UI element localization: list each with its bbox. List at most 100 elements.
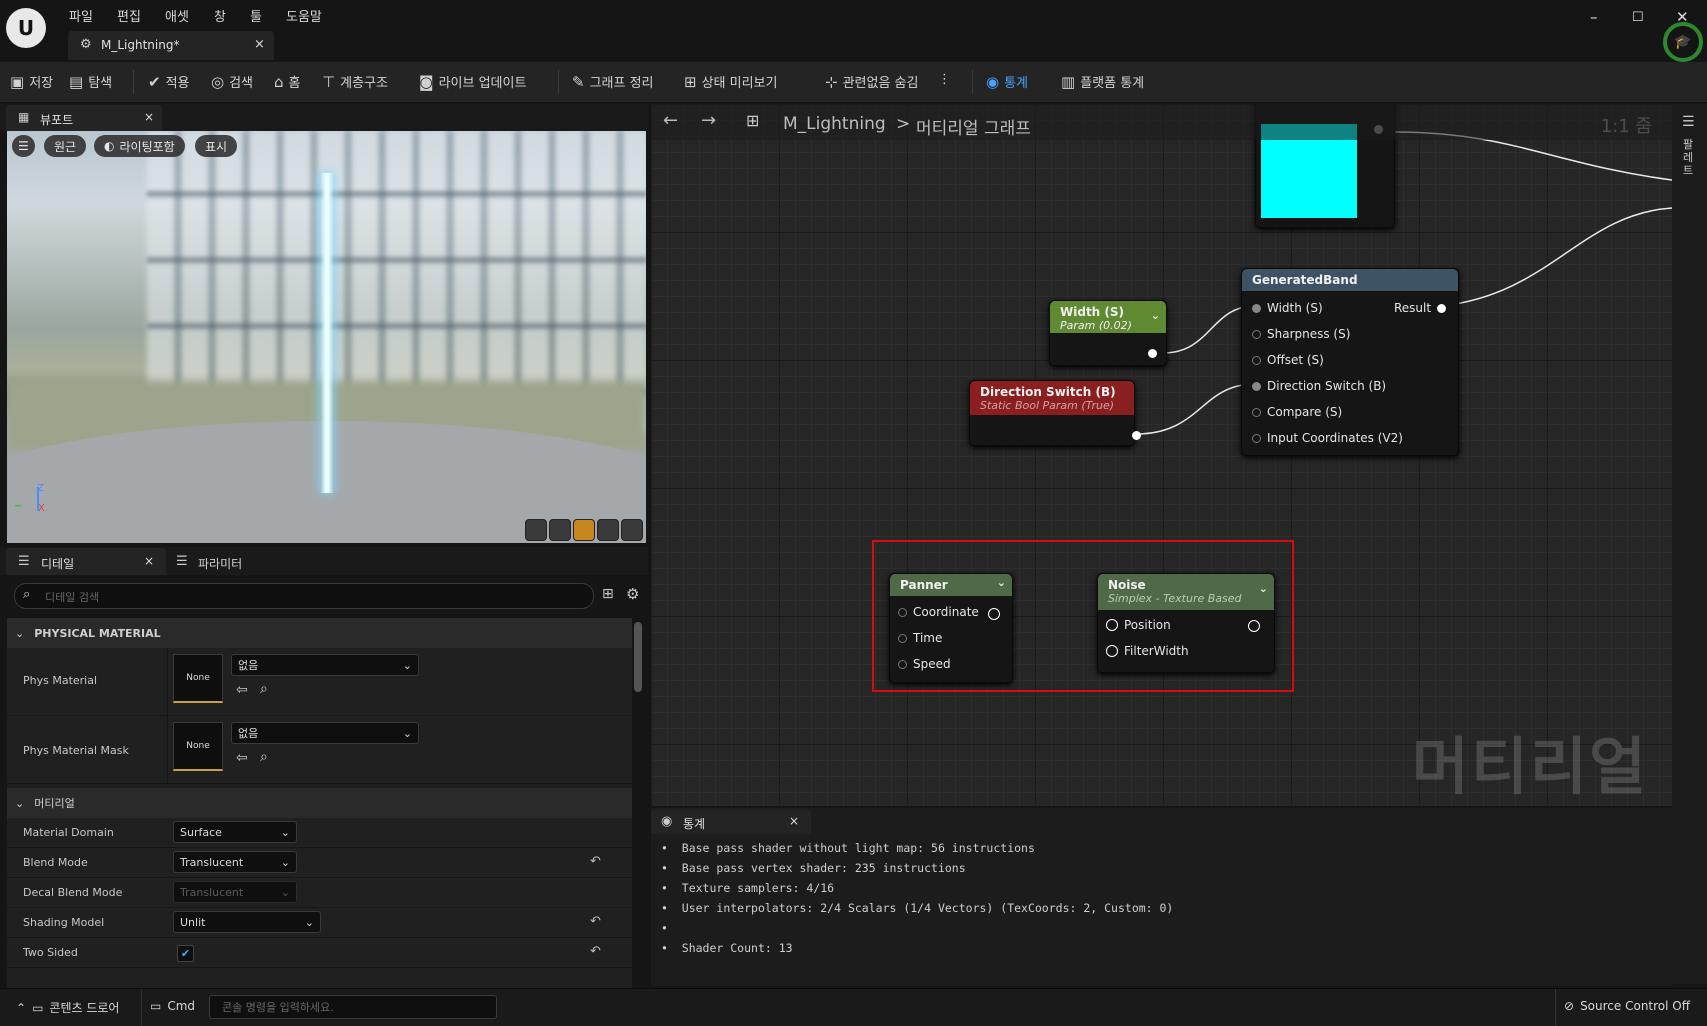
hide-unrelated-button[interactable]: ⊹ 관련없음 숨김 — [825, 72, 918, 92]
unreal-logo-icon[interactable]: U — [6, 8, 46, 48]
browse-search-icon[interactable]: ⌕ — [260, 749, 268, 765]
cmd-button[interactable]: ▭ Cmd — [150, 999, 195, 1013]
output-pin-result[interactable]: Result — [1394, 301, 1447, 315]
use-selected-arrow-icon[interactable]: ⇦ — [236, 750, 248, 766]
statusbar-divider — [1555, 989, 1556, 1026]
details-scrollbar[interactable] — [634, 622, 642, 692]
content-drawer-button[interactable]: ⌃ ▭ 콘텐츠 드로어 — [16, 999, 119, 1016]
material-graph[interactable]: ← → ⊞ M_Lightning > 머티리얼 그래프 1:1 줌 Width… — [651, 104, 1672, 806]
phys-material-thumbnail[interactable]: None — [173, 654, 223, 703]
close-tab-icon[interactable]: × — [254, 37, 265, 52]
input-pin-offset[interactable]: Offset (S) — [1252, 353, 1324, 367]
phys-material-dropdown[interactable]: 없음 ⌄ — [231, 654, 419, 676]
menu-edit[interactable]: 편집 — [117, 6, 141, 25]
preview-cylinder-button[interactable] — [525, 519, 547, 541]
toolbar: ▣ 저장 ▤ 탐색 ✔ 적용 ◎ 검색 ⌂ 홈 ⊤ 계층구조 ◙ 라이브 업데이트 ✎ 그래프 … — [0, 62, 1707, 103]
breadcrumb-graph[interactable]: 머티리얼 그래프 — [916, 114, 1031, 139]
live-update-button[interactable]: ◙ 라이브 업데이트 — [419, 72, 526, 92]
property-row: Material Domain Surface ⌄ — [7, 818, 632, 848]
input-pin-direction-switch[interactable]: Direction Switch (B) — [1252, 379, 1386, 393]
browse-button[interactable]: ▤ 탐색 — [69, 72, 112, 92]
menu-help[interactable]: 도움말 — [286, 6, 322, 25]
viewport[interactable]: ☰ 원근 ◐ 라이팅포함 표시 Z X ━ — [7, 131, 646, 543]
input-pin-width[interactable]: Width (S) — [1252, 301, 1323, 315]
menu-file[interactable]: 파일 — [69, 6, 93, 25]
minimize-button[interactable]: – — [1590, 8, 1598, 26]
home-icon: ⌂ — [274, 72, 284, 91]
node-header: Width (S) Param (0.02) ⌄ — [1050, 301, 1166, 333]
folder-search-icon: ▤ — [69, 72, 84, 91]
document-tab[interactable]: ⚙ M_Lightning* × — [68, 31, 274, 60]
save-icon: ▣ — [10, 72, 25, 91]
material-domain-dropdown[interactable]: Surface ⌄ — [173, 821, 297, 843]
more-options-icon[interactable]: ⋮ — [938, 72, 951, 87]
close-tab-icon[interactable]: × — [144, 110, 154, 124]
table-view-icon[interactable]: ⊞ — [602, 586, 614, 602]
phys-material-mask-dropdown[interactable]: 없음 ⌄ — [231, 722, 419, 744]
viewport-menu-button[interactable]: ☰ — [12, 135, 35, 157]
input-pin-compare[interactable]: Compare (S) — [1252, 405, 1342, 419]
preview-cube-button[interactable] — [597, 519, 619, 541]
stats-tab[interactable]: ◉ 통계 × — [651, 810, 811, 834]
platform-stats-button[interactable]: ▥ 플랫폼 통계 — [1061, 72, 1144, 92]
phys-material-label: Phys Material — [23, 674, 98, 687]
show-button[interactable]: 표시 — [195, 135, 238, 157]
browse-search-icon[interactable]: ⌕ — [260, 681, 268, 697]
shading-model-dropdown[interactable]: Unlit ⌄ — [173, 911, 321, 933]
search-button[interactable]: ◎ 검색 — [211, 72, 253, 92]
output-pin[interactable] — [1148, 349, 1157, 358]
clean-graph-button[interactable]: ✎ 그래프 정리 — [572, 72, 654, 92]
two-sided-checkbox[interactable]: ✔ — [177, 945, 194, 962]
source-control-off-icon: ⊘ — [1564, 999, 1575, 1013]
back-arrow-icon[interactable]: ← — [663, 110, 678, 131]
details-tab[interactable]: ☰ 디테일 × — [6, 548, 166, 575]
section-material[interactable]: ⌄ 머티리얼 — [7, 788, 632, 818]
stats-button[interactable]: ◉ 통계 — [986, 72, 1028, 92]
preview-state-button[interactable]: ⊞ 상태 미리보기 — [684, 72, 777, 92]
palette-side-tab[interactable]: ☰ 팔레트 — [1672, 104, 1707, 984]
hierarchy-button[interactable]: ⊤ 계층구조 — [322, 72, 388, 92]
lighting-button[interactable]: ◐ 라이팅포함 — [94, 135, 185, 157]
menu-asset[interactable]: 애셋 — [165, 6, 189, 25]
close-tab-icon[interactable]: × — [144, 554, 154, 568]
save-button[interactable]: ▣ 저장 — [10, 72, 53, 92]
highlight-box — [872, 540, 1294, 692]
generated-band-node[interactable]: GeneratedBand Width (S) Sharpness (S) Of… — [1241, 268, 1459, 456]
settings-gear-icon[interactable]: ⚙ — [626, 585, 639, 603]
direction-switch-node[interactable]: Direction Switch (B) Static Bool Param (… — [969, 380, 1141, 446]
width-param-node[interactable]: Width (S) Param (0.02) ⌄ — [1049, 300, 1167, 366]
apply-button[interactable]: ✔ 적용 — [148, 72, 190, 92]
node-graph-icon: ⊞ — [746, 111, 760, 130]
blend-mode-dropdown[interactable]: Translucent ⌄ — [173, 851, 297, 873]
reset-to-default-icon[interactable]: ↶ — [590, 854, 601, 869]
home-button[interactable]: ⌂ 홈 — [274, 72, 301, 92]
console-command-input[interactable]: 콘솔 명령을 입력하세요. — [209, 995, 497, 1019]
preview-sphere-button[interactable] — [549, 519, 571, 541]
input-pin-sharpness[interactable]: Sharpness (S) — [1252, 327, 1350, 341]
breadcrumb-asset[interactable]: M_Lightning — [783, 114, 886, 134]
input-pin-input-coordinates[interactable]: Input Coordinates (V2) — [1252, 431, 1403, 445]
forward-arrow-icon[interactable]: → — [701, 110, 716, 131]
output-pin[interactable] — [1132, 431, 1141, 440]
source-control-button[interactable]: ⊘ Source Control Off — [1564, 999, 1690, 1013]
viewport-tab[interactable]: ▦ 뷰포트 × — [6, 105, 162, 131]
phys-material-mask-thumbnail[interactable]: None — [173, 722, 223, 771]
maximize-button[interactable]: ☐ — [1632, 10, 1644, 25]
reset-to-default-icon[interactable]: ↶ — [590, 914, 601, 929]
lighting-icon: ◐ — [104, 139, 115, 153]
use-selected-arrow-icon[interactable]: ⇦ — [236, 682, 248, 698]
graduation-cap-icon[interactable]: 🎓 — [1663, 22, 1703, 62]
menu-tools[interactable]: 툴 — [250, 6, 262, 25]
preview-mesh-button[interactable] — [621, 519, 643, 541]
perspective-button[interactable]: 원근 — [44, 135, 87, 157]
preview-plane-button[interactable] — [573, 519, 595, 541]
section-physical-material[interactable]: ⌄ PHYSICAL MATERIAL — [7, 618, 632, 648]
axis-y-indicator: ━ — [15, 501, 22, 512]
chevron-down-icon[interactable]: ⌄ — [1151, 309, 1160, 322]
lightning-preview-mesh — [320, 173, 334, 493]
menu-window[interactable]: 창 — [214, 6, 226, 25]
close-tab-icon[interactable]: × — [789, 814, 799, 828]
reset-to-default-icon[interactable]: ↶ — [590, 944, 601, 959]
details-search-input[interactable]: ⌕ 디테일 검색 — [14, 583, 594, 609]
parameters-tab[interactable]: ☰ 파라미터 — [176, 548, 296, 575]
